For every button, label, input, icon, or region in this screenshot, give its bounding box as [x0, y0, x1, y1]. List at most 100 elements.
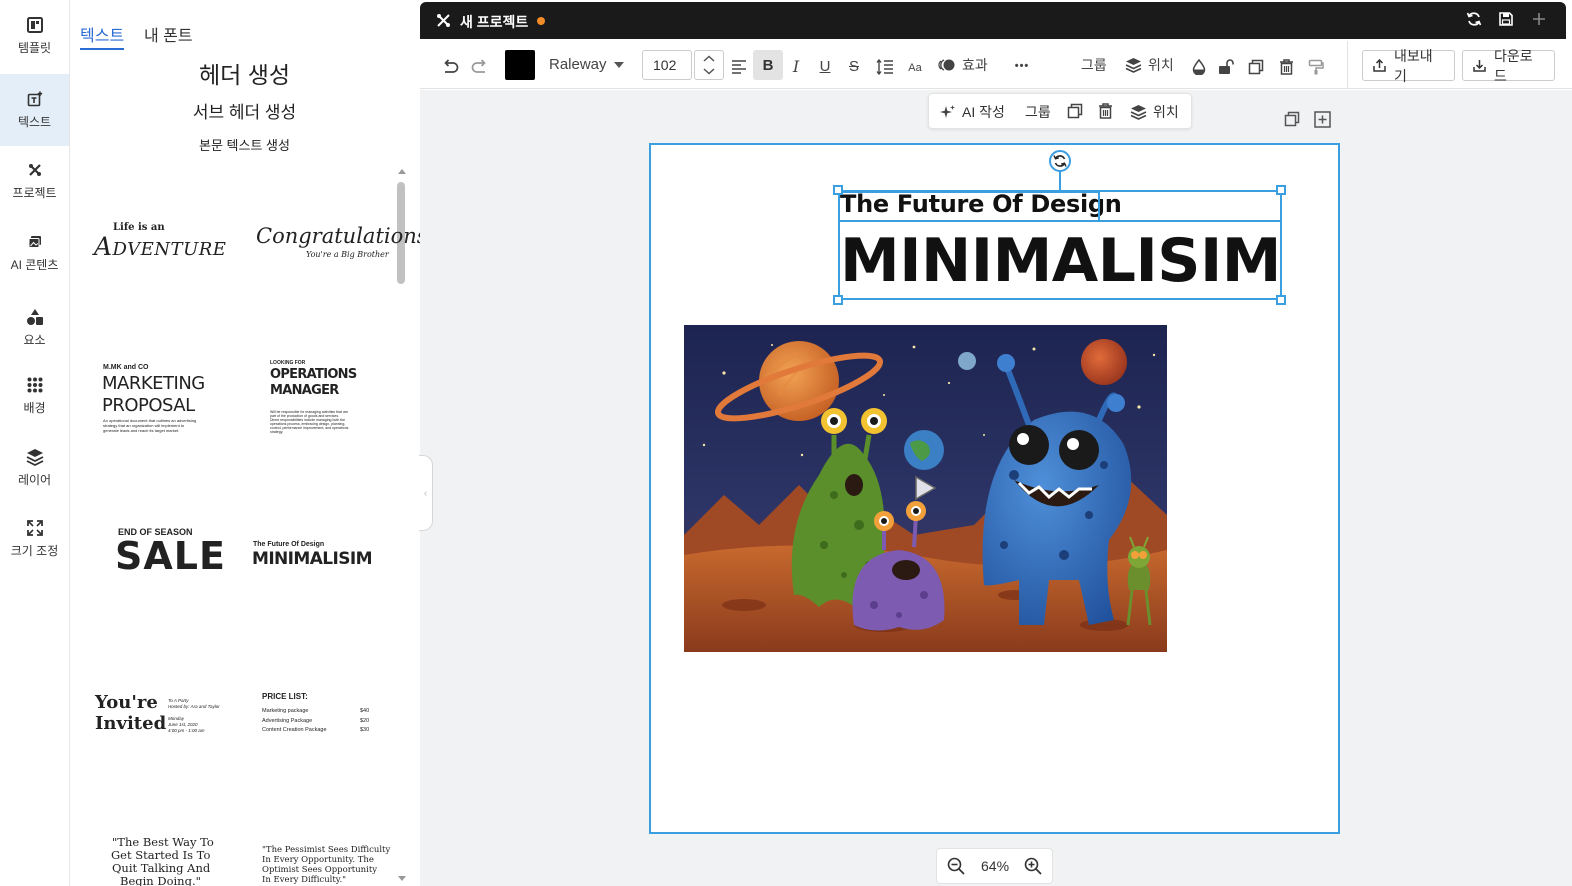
template-text: Get Started Is To: [111, 848, 211, 862]
rail-item-elements[interactable]: 요소: [0, 292, 69, 364]
share-icon: [1373, 59, 1386, 72]
resize-handle-bottom-right[interactable]: [1276, 295, 1286, 305]
format-painter-icon[interactable]: [1307, 55, 1325, 79]
template-text: Advertising Package: [262, 718, 313, 724]
font-size-stepper[interactable]: [694, 50, 724, 80]
duplicate-icon[interactable]: [1247, 55, 1265, 79]
rail-label: AI 콘텐츠: [10, 258, 59, 272]
background-grid-icon: [26, 376, 44, 394]
group-button[interactable]: 그룹: [1081, 53, 1107, 77]
template-text: Hosted by: Ara and Taylor: [168, 704, 220, 709]
text-template-price-list[interactable]: PRICE LIST: Marketing package $40 Advert…: [246, 690, 396, 790]
zoom-out-icon[interactable]: [947, 857, 965, 875]
rail-item-layers[interactable]: 레이어: [0, 432, 69, 504]
template-text: Congratulations!: [256, 224, 436, 248]
resize-handle-top-left[interactable]: [833, 185, 843, 195]
text-template-marketing-proposal[interactable]: M.MK and CO MARKETING PROPOSAL An operat…: [88, 360, 238, 460]
subtitle-selection-box: [838, 191, 1100, 222]
resize-icon: [26, 519, 44, 537]
trash-icon[interactable]: [1277, 55, 1295, 79]
template-text: MANAGER: [270, 383, 339, 398]
template-text: $30: [360, 727, 370, 733]
add-subheader-button[interactable]: 서브 헤더 생성: [70, 98, 419, 123]
underline-button[interactable]: U: [817, 54, 833, 78]
align-left-icon[interactable]: [729, 55, 749, 79]
bold-button[interactable]: B: [753, 50, 783, 80]
template-text: Optimist Sees Opportunity: [262, 865, 378, 875]
resize-handle-top-right[interactable]: [1276, 185, 1286, 195]
rail-item-resize[interactable]: 크기 조정: [0, 503, 69, 575]
text-template-minimalism[interactable]: The Future Of Design MINIMALISIM: [246, 535, 396, 635]
text-template-quote-pessimist[interactable]: "The Pessimist Sees Difficulty In Every …: [246, 843, 396, 886]
position-button[interactable]: 위치: [1125, 53, 1174, 77]
side-nav-rail: 템플릿 텍스트 프로젝트 AI 콘텐츠 요소 배경 레이어 크기 조정: [0, 0, 70, 886]
font-family-select[interactable]: Raleway: [549, 56, 607, 73]
text-template-quote-best-way[interactable]: "The Best Way To Get Started Is To Quit …: [88, 833, 238, 886]
rail-label: 프로젝트: [12, 186, 57, 200]
alien-space-artwork[interactable]: [684, 325, 1167, 652]
duplicate-icon[interactable]: [1067, 103, 1083, 119]
template-text: To A Party: [168, 698, 189, 703]
effects-button[interactable]: 효과: [938, 53, 988, 77]
letter-case-button[interactable]: Aa: [905, 56, 925, 80]
chevron-down-icon[interactable]: [614, 62, 624, 68]
duplicate-page-icon[interactable]: [1284, 111, 1302, 129]
text-template-invitation[interactable]: You're Invited To A Party Hosted by: Ara…: [88, 690, 238, 790]
add-page-icon[interactable]: [1314, 111, 1332, 129]
rotate-icon: [1053, 154, 1067, 168]
group-button[interactable]: 그룹: [1025, 102, 1051, 122]
rail-item-templates[interactable]: 템플릿: [0, 0, 69, 72]
download-button[interactable]: 다운로드: [1462, 48, 1555, 84]
rail-item-project[interactable]: 프로젝트: [0, 145, 69, 217]
tab-text[interactable]: 텍스트: [80, 22, 124, 46]
project-title[interactable]: 새 프로젝트: [460, 12, 528, 32]
template-text: Marketing package: [262, 708, 309, 714]
rail-label: 크기 조정: [10, 544, 59, 558]
sync-icon[interactable]: [1466, 11, 1484, 29]
rail-item-background[interactable]: 배경: [0, 360, 69, 432]
text-template-operations-manager[interactable]: LOOKING FOR OPERATIONS MANAGER Will be r…: [246, 356, 396, 456]
unsaved-indicator: [537, 17, 545, 25]
toolbar-divider: [1347, 41, 1348, 89]
rotate-handle[interactable]: [1049, 150, 1071, 172]
text-color-swatch[interactable]: [505, 50, 535, 80]
text-template-congratulations[interactable]: Congratulations! You're a Big Brother: [246, 200, 436, 300]
template-text: 4:00 pm - 1:00 am: [168, 728, 205, 733]
text-template-sale[interactable]: END OF SEASON SALE: [88, 520, 238, 620]
add-body-text-button[interactable]: 본문 텍스트 생성: [70, 135, 419, 154]
collapse-panel-handle[interactable]: ‹: [419, 455, 433, 531]
line-spacing-icon[interactable]: [875, 55, 895, 79]
opacity-drop-icon[interactable]: [1190, 55, 1208, 79]
text-template-adventure[interactable]: Life is an Adventure: [88, 200, 238, 300]
tab-my-fonts[interactable]: 내 폰트: [144, 22, 193, 46]
trash-icon[interactable]: [1098, 103, 1113, 119]
resize-handle-bottom-left[interactable]: [833, 295, 843, 305]
add-header-button[interactable]: 헤더 생성: [70, 56, 419, 90]
strikethrough-button[interactable]: S: [846, 54, 862, 78]
redo-icon[interactable]: [470, 55, 490, 79]
export-button[interactable]: 내보내기: [1362, 48, 1455, 84]
template-text: Adventure: [94, 232, 227, 261]
position-label: 위치: [1153, 104, 1179, 120]
unlock-icon[interactable]: [1217, 55, 1235, 79]
play-icon[interactable]: [913, 475, 937, 501]
undo-icon[interactable]: [440, 55, 460, 79]
template-text: The Future Of Design: [253, 541, 325, 548]
more-options-button[interactable]: •••: [1012, 54, 1032, 78]
save-icon[interactable]: [1498, 11, 1516, 29]
template-text: In Every Opportunity. The: [262, 855, 374, 865]
rail-label: 텍스트: [17, 115, 52, 129]
zoom-in-icon[interactable]: [1024, 857, 1042, 875]
italic-button[interactable]: I: [788, 54, 804, 78]
ai-write-button[interactable]: AI 작성: [940, 102, 1005, 122]
template-text: SALE: [115, 534, 226, 578]
rail-label: 요소: [23, 333, 46, 347]
template-text: Content Creation Package: [262, 727, 327, 733]
rail-item-ai-content[interactable]: AI 콘텐츠: [0, 217, 69, 289]
plus-icon[interactable]: [1531, 11, 1549, 29]
position-button[interactable]: 위치: [1130, 102, 1179, 122]
template-text: "The Best Way To: [112, 835, 214, 849]
font-size-input[interactable]: 102: [642, 50, 692, 80]
template-text: $20: [360, 718, 370, 724]
rail-item-text[interactable]: 텍스트: [0, 74, 69, 146]
